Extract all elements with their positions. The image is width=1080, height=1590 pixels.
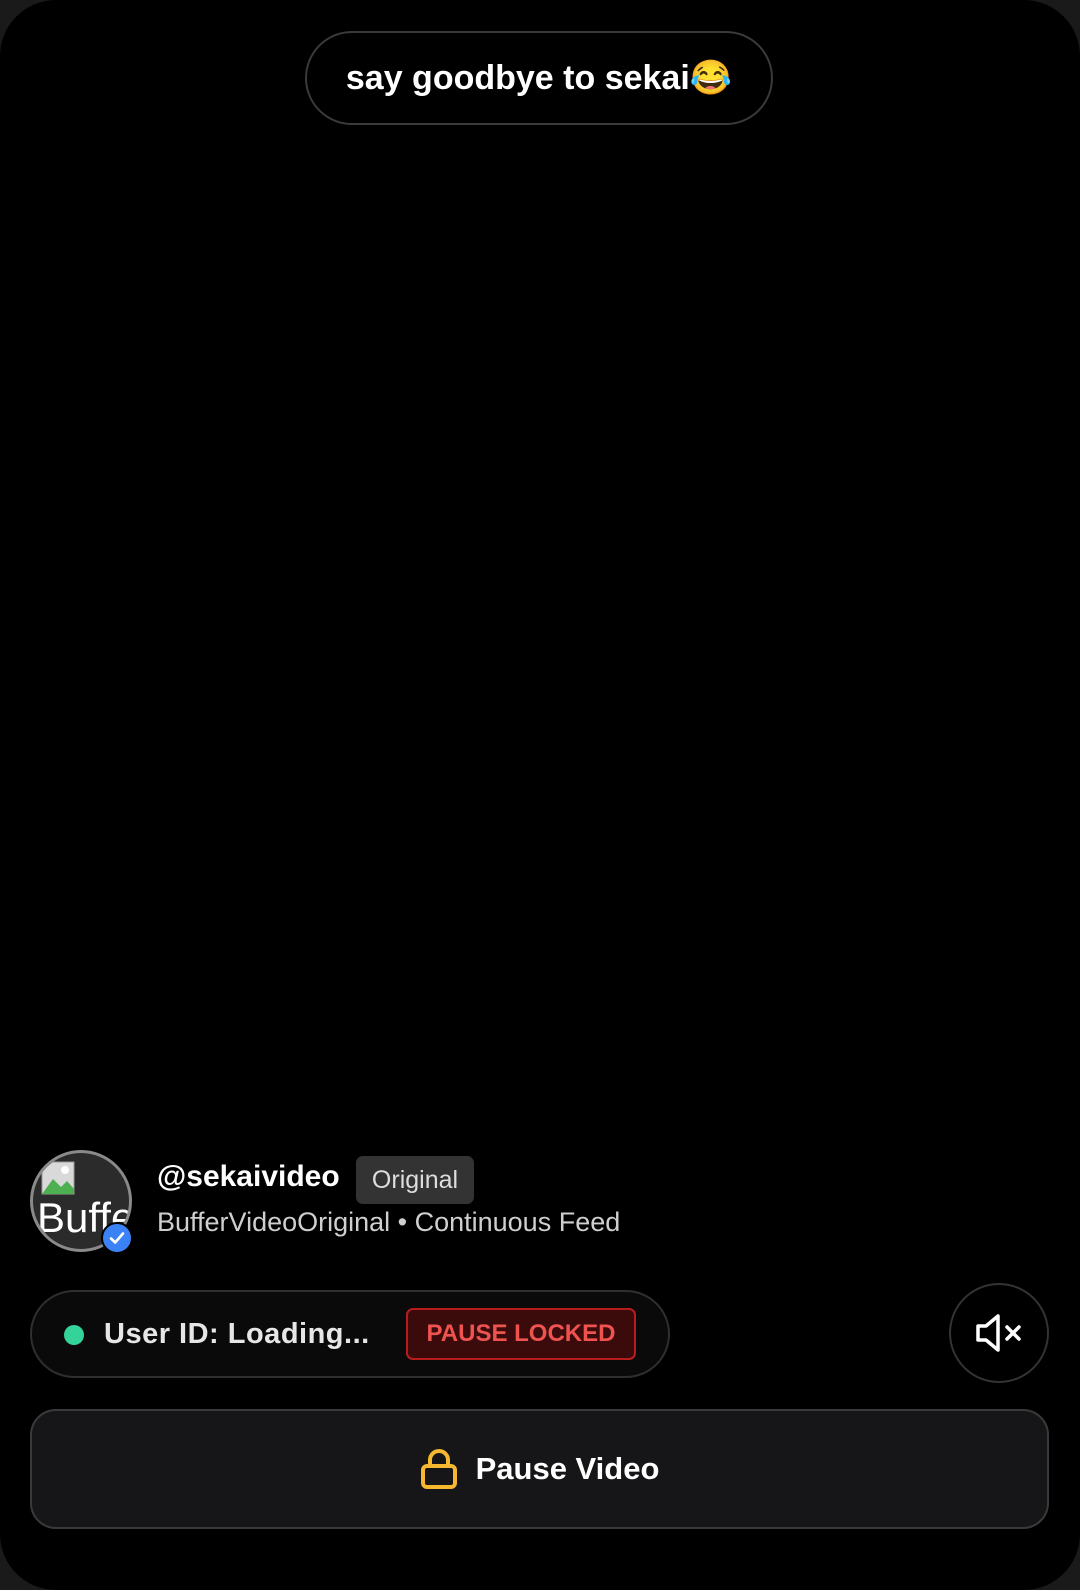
original-tag: Original [356,1156,474,1204]
pause-locked-badge: PAUSE LOCKED [406,1308,636,1360]
speaker-muted-icon [976,1314,1021,1352]
online-status-dot [64,1325,84,1345]
video-player[interactable]: say goodbye to sekai😂 Buffer @sekaivideo… [0,0,1080,1590]
pause-video-label: Pause Video [475,1451,660,1486]
caption-text: say goodbye to sekai😂 [345,59,733,97]
status-bar: User ID: Loading... PAUSE LOCKED [30,1290,670,1378]
mute-button[interactable] [949,1283,1049,1383]
lock-icon [420,1449,457,1489]
video-caption: say goodbye to sekai😂 [305,31,773,125]
author-subline: BufferVideoOriginal • Continuous Feed [157,1207,621,1237]
author-handle[interactable]: @sekaivideo [157,1162,340,1192]
user-id-text: User ID: Loading... [104,1318,370,1350]
verified-check-icon [101,1222,133,1254]
author-info: Buffer @sekaivideo Original BufferVideoO… [30,1150,730,1254]
pause-video-button[interactable]: Pause Video [30,1409,1049,1529]
broken-image-icon [41,1161,75,1195]
